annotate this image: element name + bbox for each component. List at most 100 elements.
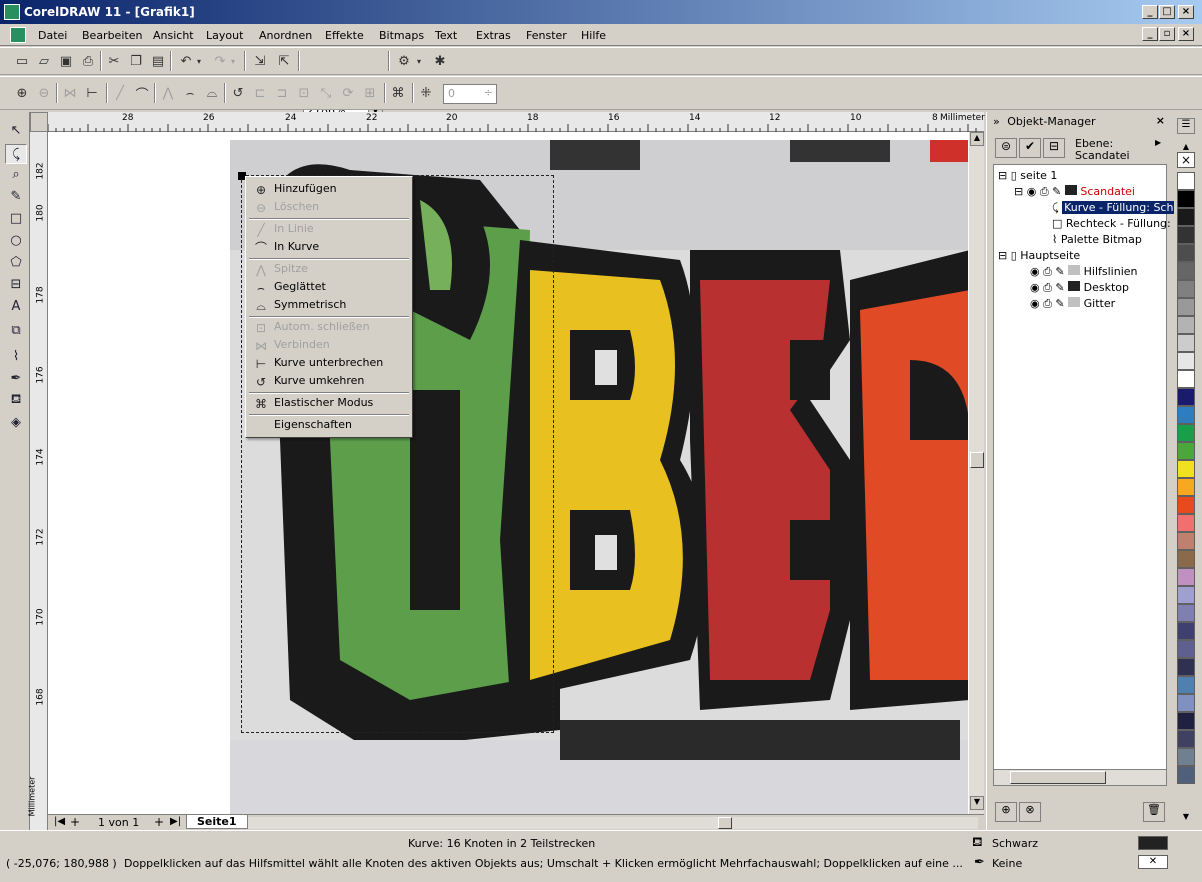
doc-close-button[interactable]: × [1178, 27, 1194, 41]
menu-fenster[interactable]: Fenster [526, 29, 567, 42]
app-icon[interactable] [4, 4, 20, 20]
drawing-canvas[interactable] [48, 132, 968, 814]
menu-item-spitze[interactable]: ⋀ Spitze [249, 260, 409, 278]
menu-item-hinzufuegen[interactable]: ⊕ Hinzufügen [249, 180, 409, 198]
tree-node-curve[interactable]: ⤹ Kurve - Füllung: Sch [1052, 201, 1176, 215]
basic-shapes-icon[interactable]: ⊟ [5, 274, 27, 294]
color-swatch[interactable] [1177, 766, 1195, 784]
ellipse-tool-icon[interactable]: ○ [5, 230, 27, 250]
maximize-button[interactable]: □ [1159, 5, 1175, 19]
undo-dropdown-icon[interactable]: ▾ [194, 51, 204, 71]
menu-item-geglaettet[interactable]: ⌢ Geglättet [249, 278, 409, 296]
color-swatch[interactable] [1177, 352, 1195, 370]
horizontal-scrollbar[interactable] [248, 817, 978, 829]
color-swatch[interactable] [1177, 550, 1195, 568]
print-icon[interactable]: ⎙ [1043, 297, 1052, 310]
scroll-up-icon[interactable]: ▲ [970, 132, 984, 146]
menu-bearbeiten[interactable]: Bearbeiten [82, 29, 142, 42]
color-swatch[interactable] [1177, 496, 1195, 514]
interactive-blend-icon[interactable]: ⧉ [5, 320, 27, 340]
outline-tool-icon[interactable]: ✒ [5, 368, 27, 388]
color-swatch[interactable] [1177, 694, 1195, 712]
color-swatch[interactable] [1177, 316, 1195, 334]
vertical-ruler[interactable]: 182 180 178 176 174 172 170 168 Millimet… [27, 112, 48, 830]
open-icon[interactable]: ▱ [34, 51, 54, 71]
document-icon[interactable] [10, 27, 26, 43]
break-curve-icon[interactable]: ⊢ [82, 83, 102, 103]
pencil-icon[interactable]: ✎ [1055, 265, 1064, 278]
color-swatch[interactable] [1177, 460, 1195, 478]
doc-minimize-button[interactable]: _ [1142, 27, 1158, 41]
menu-hilfe[interactable]: Hilfe [581, 29, 606, 42]
color-swatch[interactable] [1177, 334, 1195, 352]
menu-item-symmetrisch[interactable]: ⌓ Symmetrisch [249, 296, 409, 314]
rotate-nodes-icon[interactable]: ⟳ [338, 83, 358, 103]
palette-scroll-down-icon[interactable]: ▼ [1177, 812, 1195, 821]
rectangle-tool-icon[interactable]: □ [5, 208, 27, 228]
fill-tool-icon[interactable]: ⛾ [5, 390, 27, 410]
smooth-icon[interactable]: ⌢ [180, 83, 200, 103]
close-icon[interactable]: × [1156, 114, 1165, 127]
save-icon[interactable]: ▣ [56, 51, 76, 71]
join-nodes-icon[interactable]: ⋈ [60, 83, 80, 103]
menu-item-in-kurve[interactable]: ⌒ In Kurve [249, 238, 409, 256]
import-icon[interactable]: ⇲ [250, 51, 270, 71]
color-swatch[interactable] [1177, 676, 1195, 694]
show-properties-icon[interactable]: ⊜ [995, 138, 1017, 158]
align-nodes-icon[interactable]: ⊞ [360, 83, 380, 103]
palette-menu-icon[interactable]: ☰ [1177, 118, 1195, 134]
pencil-icon[interactable]: ✎ [1055, 297, 1064, 310]
color-swatch[interactable] [1177, 604, 1195, 622]
to-curve-icon[interactable]: ⌒ [132, 83, 152, 103]
elastic-mode-icon[interactable]: ⌘ [388, 83, 408, 103]
color-swatch[interactable] [1177, 226, 1195, 244]
color-swatch[interactable] [1177, 172, 1195, 190]
corel-online-icon[interactable]: ✱ [430, 51, 450, 71]
zoom-tool-icon[interactable]: ⌕ [5, 164, 27, 184]
new-icon[interactable]: ▭ [12, 51, 32, 71]
add-page-before-icon[interactable]: + [70, 815, 80, 829]
menu-item-verbinden[interactable]: ⋈ Verbinden [249, 336, 409, 354]
object-tree[interactable]: ⊟ ▯ seite 1 ⊟ ◉ ⎙ ✎ Scandatei ⤹ Kurve - … [993, 164, 1176, 786]
first-page-icon[interactable]: |◀ [54, 816, 65, 827]
color-swatch[interactable] [1177, 424, 1195, 442]
edit-across-layers-icon[interactable]: ✔ [1019, 138, 1041, 158]
cut-icon[interactable]: ✂ [104, 51, 124, 71]
print-icon[interactable]: ⎙ [1043, 281, 1052, 294]
vertical-scrollbar[interactable]: ▲ ▼ [968, 132, 984, 814]
doc-restore-button[interactable]: ▫ [1159, 27, 1175, 41]
color-swatch[interactable] [1177, 280, 1195, 298]
pencil-icon[interactable]: ✎ [1052, 185, 1061, 198]
add-page-after-icon[interactable]: + [154, 815, 164, 829]
color-swatch[interactable] [1177, 640, 1195, 658]
extend-close-icon[interactable]: ⊏ [250, 83, 270, 103]
text-tool-icon[interactable]: A [5, 296, 27, 316]
color-swatch[interactable] [1177, 298, 1195, 316]
docker-collapse-icon[interactable]: » [993, 115, 1000, 128]
cusp-icon[interactable]: ⋀ [158, 83, 178, 103]
menu-text[interactable]: Text [435, 29, 457, 42]
auto-close-icon[interactable]: ⊡ [294, 83, 314, 103]
menu-ansicht[interactable]: Ansicht [153, 29, 194, 42]
tree-horizontal-scrollbar[interactable] [994, 769, 1166, 785]
new-layer-icon[interactable]: ⊕ [995, 802, 1017, 822]
tree-node-palette-bitmap[interactable]: ⌇ Palette Bitmap [1052, 233, 1142, 246]
extract-subpath-icon[interactable]: ⊐ [272, 83, 292, 103]
menu-effekte[interactable]: Effekte [325, 29, 364, 42]
color-swatch[interactable] [1177, 388, 1195, 406]
delete-trash-icon[interactable]: 🗑 [1143, 802, 1165, 822]
color-swatch[interactable] [1177, 442, 1195, 460]
last-page-icon[interactable]: ▶| [170, 816, 181, 827]
color-swatch[interactable] [1177, 748, 1195, 766]
print-icon[interactable]: ⎙ [78, 51, 98, 71]
symmetric-icon[interactable]: ⌓ [202, 83, 222, 103]
color-swatch[interactable] [1177, 586, 1195, 604]
color-swatch[interactable] [1177, 532, 1195, 550]
new-master-layer-icon[interactable]: ⊗ [1019, 802, 1041, 822]
menu-item-kurve-unterbrechen[interactable]: ⊢ Kurve unterbrechen [249, 354, 409, 372]
pencil-icon[interactable]: ✎ [1055, 281, 1064, 294]
menu-anordnen[interactable]: Anordnen [259, 29, 312, 42]
print-icon[interactable]: ⎙ [1043, 265, 1052, 278]
menu-item-loeschen[interactable]: ⊖ Löschen [249, 198, 409, 216]
tree-node-guides[interactable]: ◉ ⎙ ✎ Hilfslinien [1030, 265, 1138, 279]
